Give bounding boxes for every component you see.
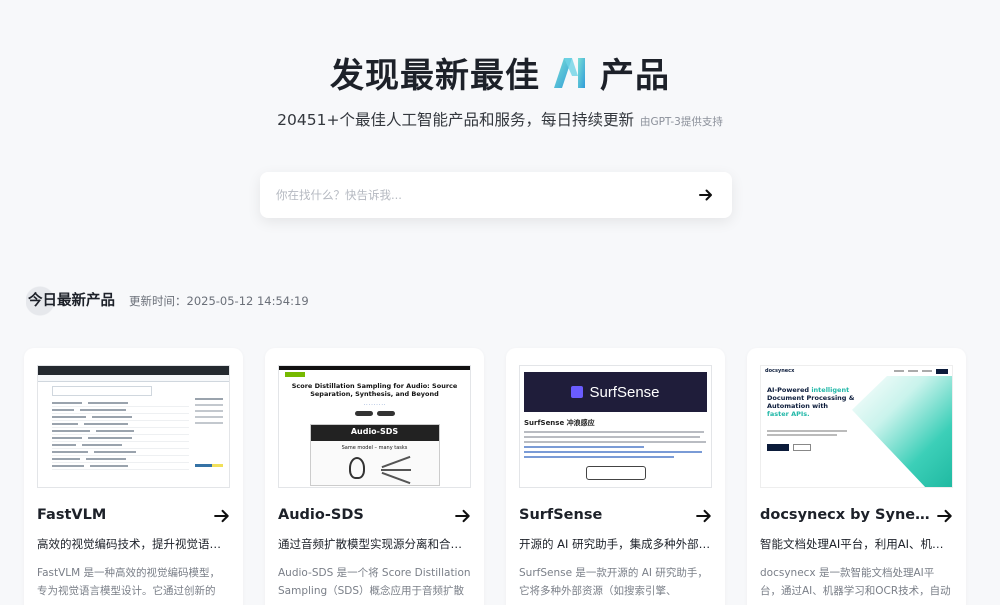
hero-subtitle: 20451+个最佳人工智能产品和服务，每日持续更新由GPT-3提供支持 (0, 108, 1000, 130)
section-title: 今日最新产品 (26, 286, 115, 316)
hero-title-before: 发现最新最佳 (330, 48, 540, 97)
hero-title-after: 产品 (600, 48, 670, 97)
card-description: SurfSense 是一款开源的 AI 研究助手，它将多种外部资源（如搜索引擎、… (519, 564, 712, 600)
product-card-surfsense[interactable]: SurfSense SurfSense 冲浪感应 SurfSense 开源的 A… (506, 348, 725, 605)
search-box (260, 172, 732, 218)
section-header: 今日最新产品 更新时间：2025-05-12 14:54:19 (26, 286, 309, 316)
hero-title: 发现最新最佳 产品 (0, 48, 1000, 97)
card-tagline: 通过音频扩散模型实现源分离和合成... (278, 536, 471, 552)
card-description: FastVLM 是一种高效的视觉编码模型，专为视觉语言模型设计。它通过创新的 F… (37, 564, 230, 600)
thumb-heading: SurfSense 冲浪感应 (524, 418, 707, 428)
search-input[interactable] (276, 188, 696, 202)
card-thumbnail: SurfSense SurfSense 冲浪感应 (519, 365, 712, 488)
arrow-right-icon[interactable] (937, 508, 953, 524)
card-name[interactable]: docsynecx by SynecX ... (760, 507, 930, 523)
search-submit-button[interactable] (696, 185, 716, 205)
subtitle-text: 20451+个最佳人工智能产品和服务，每日持续更新 (277, 111, 634, 129)
update-time: 更新时间：2025-05-12 14:54:19 (129, 293, 309, 309)
thumb-sds-label: Audio-SDS (311, 427, 439, 436)
ai-logo-icon (550, 56, 590, 90)
card-thumbnail: docsynecx AI-Powered intelligent Documen… (760, 365, 953, 488)
card-name[interactable]: Audio-SDS (278, 507, 448, 523)
card-tagline: 高效的视觉编码技术，提升视觉语言... (37, 536, 230, 552)
surfsense-logo-icon (571, 386, 583, 398)
product-card-docsynecx[interactable]: docsynecx AI-Powered intelligent Documen… (747, 348, 966, 605)
thumb-hero: AI-Powered intelligent Document Processi… (767, 386, 862, 418)
thumb-sds-caption: Same model – many tasks (311, 445, 439, 451)
arrow-right-icon[interactable] (455, 508, 471, 524)
card-description: Audio-SDS 是一个将 Score Distillation Sampli… (278, 564, 471, 600)
card-tagline: 开源的 AI 研究助手，集成多种外部资... (519, 536, 712, 552)
product-card-audio-sds[interactable]: Score Distillation Sampling for Audio: S… (265, 348, 484, 605)
thumb-brand: docsynecx (765, 368, 794, 374)
arrow-right-icon[interactable] (696, 508, 712, 524)
card-tagline: 智能文档处理AI平台，利用AI、机器... (760, 536, 953, 552)
product-card-fastvlm[interactable]: FastVLM 高效的视觉编码技术，提升视觉语言... FastVLM 是一种高… (24, 348, 243, 605)
arrow-right-icon[interactable] (214, 508, 230, 524)
card-description: docsynecx 是一款智能文档处理AI平台，通过AI、机器学习和OCR技术，… (760, 564, 953, 600)
thumb-paper-title: Score Distillation Sampling for Audio: S… (279, 382, 470, 398)
card-name[interactable]: SurfSense (519, 507, 689, 523)
powered-by: 由GPT-3提供支持 (640, 116, 723, 128)
arrow-right-icon (699, 188, 713, 202)
card-thumbnail (37, 365, 230, 488)
thumb-logo-text: SurfSense (589, 384, 659, 401)
card-name[interactable]: FastVLM (37, 507, 207, 523)
card-thumbnail: Score Distillation Sampling for Audio: S… (278, 365, 471, 488)
